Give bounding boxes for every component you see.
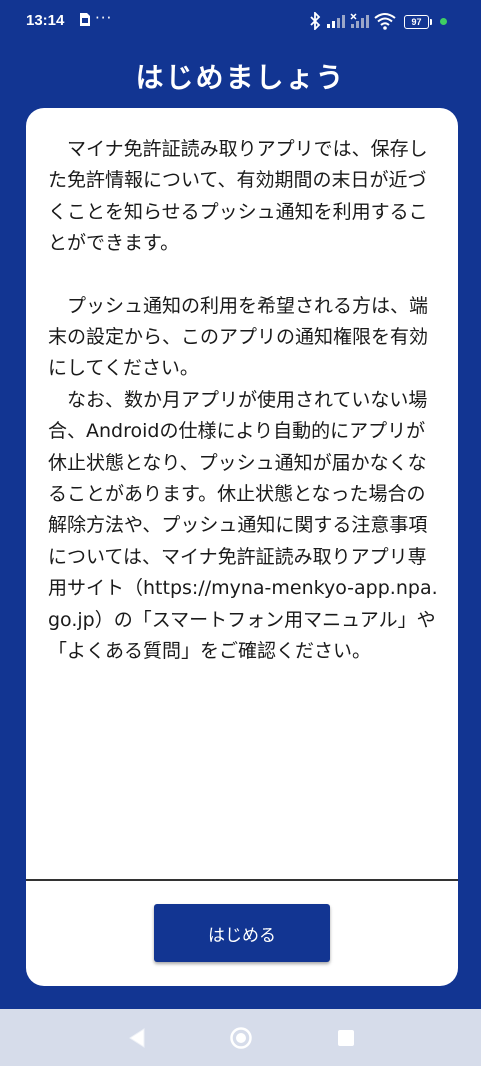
signal-icon <box>326 12 346 34</box>
green-dot-indicator <box>440 18 447 25</box>
back-icon[interactable] <box>125 1026 149 1050</box>
status-time: 13:14 <box>26 12 65 29</box>
status-icons: 97 <box>309 10 459 34</box>
battery-level: 97 <box>404 15 432 29</box>
divider <box>26 879 458 881</box>
signal-x-icon <box>350 12 370 34</box>
paragraph-push-notification-intro: マイナ免許証読み取りアプリでは、保存した免許情報について、有効期間の末日が近づく… <box>48 138 428 255</box>
content-body[interactable]: マイナ免許証読み取りアプリでは、保存した免許情報について、有効期間の末日が近づく… <box>48 134 441 668</box>
home-icon[interactable] <box>229 1026 253 1050</box>
start-button[interactable]: はじめる <box>154 904 330 962</box>
status-bar: 13:14 ··· 97 <box>0 0 481 44</box>
battery-icon: 97 <box>404 12 434 30</box>
paragraph-permission-instruction: プッシュ通知の利用を希望される方は、端末の設定から、このアプリの通知権限を有効に… <box>48 294 429 380</box>
paragraph-hibernation-note: なお、数か月アプリが使用されていない場合、Androidの仕様により自動的にアプ… <box>48 388 438 663</box>
navigation-bar <box>0 1009 481 1066</box>
bluetooth-icon <box>309 10 321 34</box>
sim-notification-icon <box>79 12 91 31</box>
recents-icon[interactable] <box>334 1026 358 1050</box>
more-notifications-icon: ··· <box>95 9 113 27</box>
content-card: マイナ免許証読み取りアプリでは、保存した免許情報について、有効期間の末日が近づく… <box>26 108 458 986</box>
page-title: はじめましょう <box>135 61 346 94</box>
wifi-icon <box>374 12 396 34</box>
